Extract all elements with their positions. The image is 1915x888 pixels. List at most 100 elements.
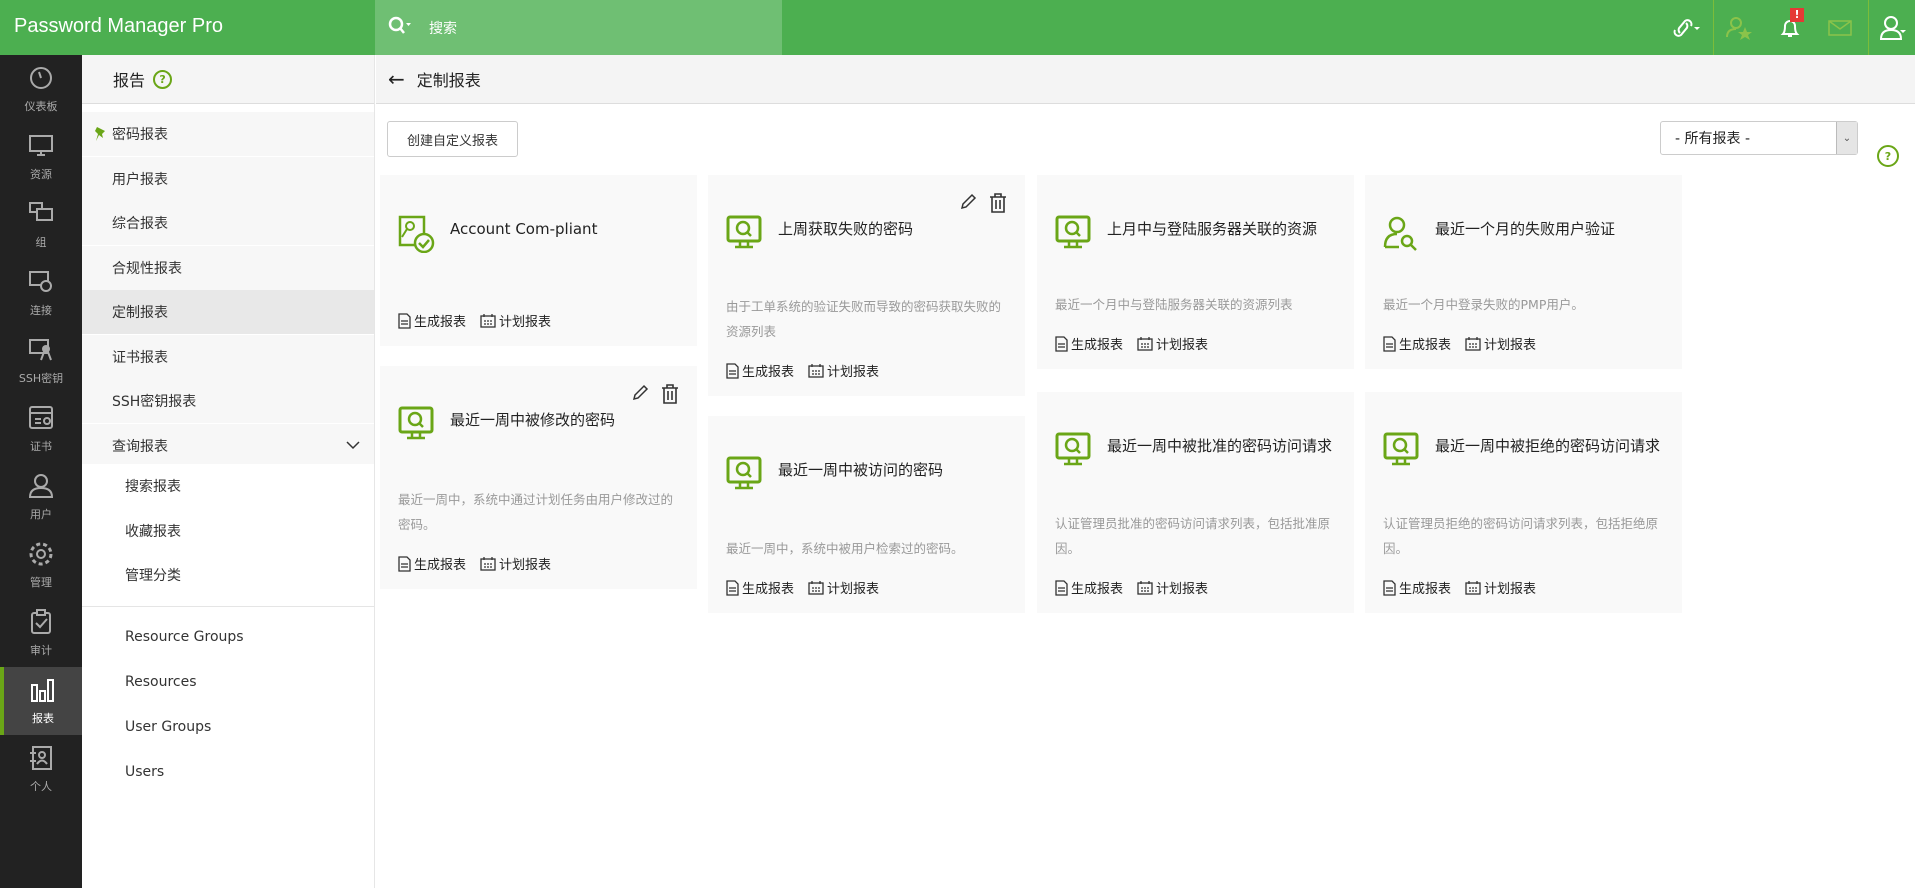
rail-item-6[interactable]: 用户 — [0, 463, 82, 531]
sidebar-item-1[interactable]: 用户报表 — [82, 156, 374, 201]
schedule-report-link[interactable]: 计划报表 — [1137, 578, 1208, 597]
sidebar-item-3[interactable]: 合规性报表 — [82, 245, 374, 290]
report-card-title[interactable]: 上周获取失败的密码 — [778, 217, 1005, 241]
user-icon — [28, 473, 54, 506]
schedule-report-link[interactable]: 计划报表 — [808, 578, 879, 597]
sidebar-subitem-1[interactable]: 收藏报表 — [82, 508, 374, 553]
rail-item-label: 仪表板 — [24, 99, 58, 113]
rail-item-8[interactable]: 审计 — [0, 599, 82, 667]
rail-item-4[interactable]: SSH密钥 — [0, 327, 82, 395]
sidebar-item-label: 密码报表 — [112, 127, 168, 143]
user-menu-icon[interactable] — [1870, 0, 1915, 55]
sidebar-subitem-0[interactable]: 搜索报表 — [82, 464, 374, 508]
report-card-title[interactable]: 最近一周中被批准的密码访问请求 — [1107, 434, 1334, 458]
report-card-title[interactable]: 最近一个月的失败用户验证 — [1435, 217, 1662, 241]
sidebar-item-2[interactable]: 综合报表 — [82, 201, 374, 245]
report-card[interactable]: 上周获取失败的密码由于工单系统的验证失败而导致的密码获取失败的资源列表生成报表 计… — [708, 175, 1025, 396]
help-icon[interactable]: ? — [153, 69, 173, 89]
sidebar-group-3[interactable]: Users — [82, 750, 374, 794]
report-card[interactable]: 最近一个月的失败用户验证 最近一个月中登录失败的PMP用户。 生成报表 计划报表 — [1365, 175, 1682, 369]
help-icon[interactable]: ? — [1877, 145, 1899, 167]
rail-item-0[interactable]: 仪表板 — [0, 55, 82, 123]
user-search-icon — [1383, 215, 1421, 257]
report-card[interactable]: 最近一周中被批准的密码访问请求认证管理员批准的密码访问请求列表，包括批准原因。生… — [1037, 392, 1354, 613]
chevron-down-icon[interactable]: ⌄ — [1836, 122, 1857, 154]
report-card-title[interactable]: 最近一周中被访问的密码 — [778, 458, 1005, 482]
rail-item-10[interactable]: 个人 — [0, 735, 82, 803]
schedule-report-link[interactable]: 计划报表 — [1137, 334, 1208, 353]
chevron-down-icon[interactable] — [346, 438, 360, 454]
app-logo[interactable]: Password Manager Pro — [14, 15, 223, 38]
schedule-report-link[interactable]: 计划报表 — [808, 361, 879, 380]
report-card-description: 由于工单系统的验证失败而导致的密码获取失败的资源列表 — [726, 299, 1002, 339]
search-input[interactable]: 搜索 — [429, 18, 457, 38]
report-card[interactable]: 最近一周中被修改的密码 最近一周中，系统中通过计划任务由用户修改过的密码。 生成报表… — [380, 366, 697, 589]
back-arrow-icon[interactable]: ← — [388, 67, 405, 91]
report-card[interactable]: Account Com-pliant 生成报表 计划报表 — [380, 175, 697, 346]
generate-report-link[interactable]: 生成报表 — [1055, 578, 1123, 597]
report-filter-select[interactable]: - 所有报表 - ⌄ — [1660, 121, 1858, 155]
generate-report-link[interactable]: 生成报表 — [1383, 334, 1451, 353]
sidebar-group-2[interactable]: User Groups — [82, 705, 374, 749]
generate-report-link[interactable]: 生成报表 — [726, 578, 794, 597]
rail-item-label: 报表 — [32, 711, 54, 725]
schedule-report-link[interactable]: 计划报表 — [480, 311, 551, 330]
link-icon[interactable] — [1662, 0, 1712, 55]
generate-report-label: 生成报表 — [1399, 582, 1452, 597]
rail-item-9[interactable]: 报表 — [0, 667, 82, 735]
report-card-description: 认证管理员批准的密码访问请求列表，包括批准原因。 — [1055, 516, 1331, 556]
delete-trash-icon[interactable] — [661, 384, 679, 408]
schedule-report-link[interactable]: 计划报表 — [1465, 578, 1536, 597]
generate-report-link[interactable]: 生成报表 — [1383, 578, 1451, 597]
report-card-title[interactable]: 最近一周中被修改的密码 — [450, 408, 677, 432]
generate-report-link[interactable]: 生成报表 — [398, 554, 466, 573]
contact-book-icon — [28, 745, 54, 778]
card-actions — [631, 384, 679, 408]
report-card[interactable]: 上月中与登陆服务器关联的资源最近一个月中与登陆服务器关联的资源列表生成报表 计划报… — [1037, 175, 1354, 369]
calendar-icon — [1137, 336, 1153, 351]
schedule-report-label: 计划报表 — [1484, 338, 1537, 353]
edit-pencil-icon[interactable] — [631, 384, 649, 408]
mail-icon[interactable] — [1815, 0, 1865, 55]
schedule-report-link[interactable]: 计划报表 — [1465, 334, 1536, 353]
schedule-report-label: 计划报表 — [827, 582, 880, 597]
sidebar-item-0[interactable]: 密码报表 — [82, 112, 374, 156]
edit-pencil-icon[interactable] — [959, 193, 977, 217]
report-card-description: 最近一个月中与登陆服务器关联的资源列表 — [1055, 297, 1293, 312]
report-card-title[interactable]: Account Com-pliant — [450, 217, 677, 241]
sidebar-item-4[interactable]: 定制报表 — [82, 290, 374, 334]
group-icon — [28, 201, 54, 234]
rail-item-5[interactable]: 证书 — [0, 395, 82, 463]
sidebar-group-1[interactable]: Resources — [82, 660, 374, 704]
generate-report-link[interactable]: 生成报表 — [398, 311, 466, 330]
report-card-title[interactable]: 上月中与登陆服务器关联的资源 — [1107, 217, 1334, 241]
generate-report-link[interactable]: 生成报表 — [726, 361, 794, 380]
pin-icon[interactable] — [94, 126, 106, 146]
search-bar[interactable]: 搜索 — [375, 0, 782, 55]
sidebar-item-7[interactable]: 查询报表 — [82, 423, 374, 468]
card-links: 生成报表 计划报表 — [726, 361, 879, 380]
report-card-description: 认证管理员拒绝的密码访问请求列表，包括拒绝原因。 — [1383, 516, 1659, 556]
document-icon — [1055, 335, 1068, 352]
card-links: 生成报表 计划报表 — [1055, 578, 1208, 597]
report-card-title[interactable]: 最近一周中被拒绝的密码访问请求 — [1435, 434, 1662, 458]
sidebar-subitem-2[interactable]: 管理分类 — [82, 553, 374, 597]
create-custom-report-button[interactable]: 创建自定义报表 — [387, 121, 518, 157]
search-icon[interactable] — [387, 15, 417, 41]
report-card[interactable]: 最近一周中被访问的密码 最近一周中，系统中被用户检索过的密码。 生成报表 计划报表 — [708, 416, 1025, 613]
rail-item-7[interactable]: 管理 — [0, 531, 82, 599]
rail-item-3[interactable]: 连接 — [0, 259, 82, 327]
generate-report-link[interactable]: 生成报表 — [1055, 334, 1123, 353]
delete-trash-icon[interactable] — [989, 193, 1007, 217]
report-card[interactable]: 最近一周中被拒绝的密码访问请求认证管理员拒绝的密码访问请求列表，包括拒绝原因。生… — [1365, 392, 1682, 613]
rail-item-1[interactable]: 资源 — [0, 123, 82, 191]
schedule-report-link[interactable]: 计划报表 — [480, 554, 551, 573]
rail-item-2[interactable]: 组 — [0, 191, 82, 259]
sidebar-item-6[interactable]: SSH密钥报表 — [82, 379, 374, 423]
sidebar-group-0[interactable]: Resource Groups — [82, 615, 374, 659]
generate-report-label: 生成报表 — [414, 558, 467, 573]
document-icon — [726, 579, 739, 596]
sidebar-item-5[interactable]: 证书报表 — [82, 334, 374, 379]
report-filter-value: - 所有报表 - — [1675, 131, 1751, 147]
favorite-user-icon[interactable] — [1714, 0, 1764, 55]
